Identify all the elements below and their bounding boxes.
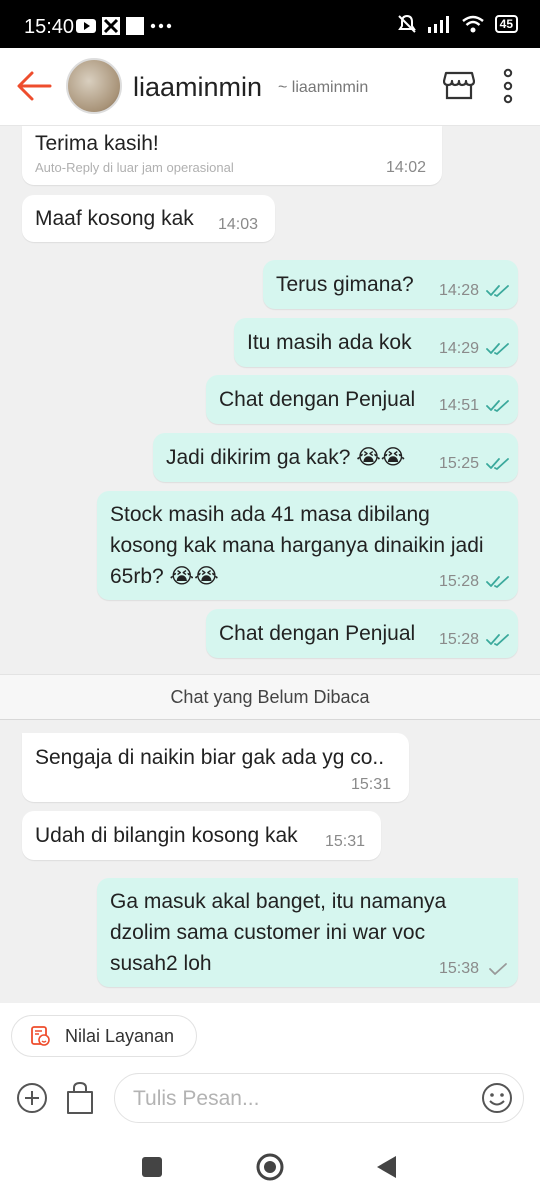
message-input[interactable]: Tulis Pesan... xyxy=(114,1073,524,1123)
read-receipt-icon xyxy=(486,576,509,588)
message-text: Udah di bilangin kosong kak xyxy=(35,824,298,847)
wifi-icon xyxy=(461,15,484,33)
status-left-icons xyxy=(76,17,172,35)
youtube-icon xyxy=(76,19,96,33)
avatar[interactable] xyxy=(66,58,122,114)
message-outgoing[interactable]: Stock masih ada 41 masa dibilang kosong … xyxy=(97,491,518,600)
message-outgoing[interactable]: Ga masuk akal banget, itu namanya dzolim… xyxy=(97,878,518,987)
message-time: 15:31 xyxy=(325,833,366,850)
message-text: Chat dengan Penjual xyxy=(219,622,416,645)
auto-reply-note: Auto-Reply di luar jam operasional xyxy=(35,160,234,175)
contact-name[interactable]: liaaminmin xyxy=(133,72,262,103)
mute-icon xyxy=(397,14,416,33)
message-text: Chat dengan Penjual xyxy=(219,388,416,411)
message-text: Itu masih ada kok xyxy=(247,331,412,354)
status-bar: 15:40 45 xyxy=(0,0,540,48)
image-notification-icon xyxy=(126,17,144,35)
more-options-icon[interactable] xyxy=(500,68,516,104)
read-receipt-icon xyxy=(486,458,509,470)
message-text: Maaf kosong kak xyxy=(35,207,194,230)
message-time: 14:03 xyxy=(218,216,259,233)
message-time: 15:38 xyxy=(439,960,480,977)
message-text-line: dzolim sama customer ini war voc xyxy=(110,921,426,944)
more-notifications-icon xyxy=(150,23,172,29)
store-icon[interactable] xyxy=(443,69,475,101)
app-notification-icon xyxy=(102,17,120,35)
read-receipt-icon xyxy=(486,400,509,412)
home-icon[interactable] xyxy=(256,1153,284,1181)
message-input-placeholder: Tulis Pesan... xyxy=(133,1087,260,1110)
message-time: 15:28 xyxy=(439,631,480,648)
rate-service-chip[interactable]: Nilai Layanan xyxy=(11,1015,197,1057)
message-text-line: Ga masuk akal banget, itu namanya xyxy=(110,890,447,913)
message-text: Sengaja di naikin biar gak ada yg co.. xyxy=(35,746,385,769)
add-attachment-icon[interactable] xyxy=(16,1082,48,1114)
message-time: 14:02 xyxy=(386,159,427,176)
message-outgoing[interactable]: Terus gimana? 14:28 xyxy=(263,260,518,309)
message-text: Terima kasih! xyxy=(35,132,159,155)
read-receipt-icon xyxy=(486,285,509,297)
signal-icon xyxy=(427,16,449,33)
message-text-line: 65rb? 😭😭 xyxy=(110,565,219,588)
message-text: Jadi dikirim ga kak? 😭😭 xyxy=(166,446,406,469)
contact-username: ~ liaaminmin xyxy=(278,79,369,96)
rate-service-label: Nilai Layanan xyxy=(65,1026,175,1046)
message-outgoing[interactable]: Chat dengan Penjual 14:51 xyxy=(206,375,518,424)
back-nav-icon[interactable] xyxy=(376,1155,398,1179)
status-right-icons: 45 xyxy=(397,14,518,34)
message-outgoing[interactable]: Jadi dikirim ga kak? 😭😭 15:25 xyxy=(153,433,518,482)
message-time: 15:25 xyxy=(439,455,480,472)
system-nav-bar xyxy=(0,1139,540,1199)
emoji-icon[interactable] xyxy=(481,1082,513,1114)
message-incoming[interactable]: Terima kasih! Auto-Reply di luar jam ope… xyxy=(22,126,442,185)
read-receipt-icon xyxy=(486,634,509,646)
chat-header: liaaminmin ~ liaaminmin xyxy=(0,48,540,126)
message-outgoing[interactable]: Chat dengan Penjual 15:28 xyxy=(206,609,518,658)
unread-divider: Chat yang Belum Dibaca xyxy=(0,674,540,720)
message-time: 15:31 xyxy=(351,776,392,793)
back-arrow-icon[interactable] xyxy=(16,70,52,102)
message-incoming[interactable]: Maaf kosong kak 14:03 xyxy=(22,195,275,242)
message-incoming[interactable]: Udah di bilangin kosong kak 15:31 xyxy=(22,811,381,860)
message-text-line: Stock masih ada 41 masa dibilang xyxy=(110,503,430,526)
message-incoming[interactable]: Sengaja di naikin biar gak ada yg co.. 1… xyxy=(22,733,409,802)
read-receipt-icon xyxy=(486,343,509,355)
rating-icon xyxy=(31,1026,50,1046)
message-text-line: kosong kak mana harganya dinaikin jadi xyxy=(110,534,484,557)
shopping-bag-icon[interactable] xyxy=(64,1081,96,1115)
message-time: 15:28 xyxy=(439,573,480,590)
message-outgoing[interactable]: Itu masih ada kok 14:29 xyxy=(234,318,518,367)
message-text: Terus gimana? xyxy=(276,273,414,296)
composer-area: Nilai Layanan Tulis Pesan... xyxy=(0,1003,540,1139)
status-time: 15:40 xyxy=(24,16,75,38)
message-time: 14:28 xyxy=(439,282,480,299)
message-text-line: susah2 loh xyxy=(110,952,212,975)
message-time: 14:29 xyxy=(439,340,480,357)
message-time: 14:51 xyxy=(439,397,480,414)
sent-check-icon xyxy=(489,963,507,975)
battery-icon: 45 xyxy=(494,15,518,33)
recent-apps-icon[interactable] xyxy=(142,1157,162,1177)
